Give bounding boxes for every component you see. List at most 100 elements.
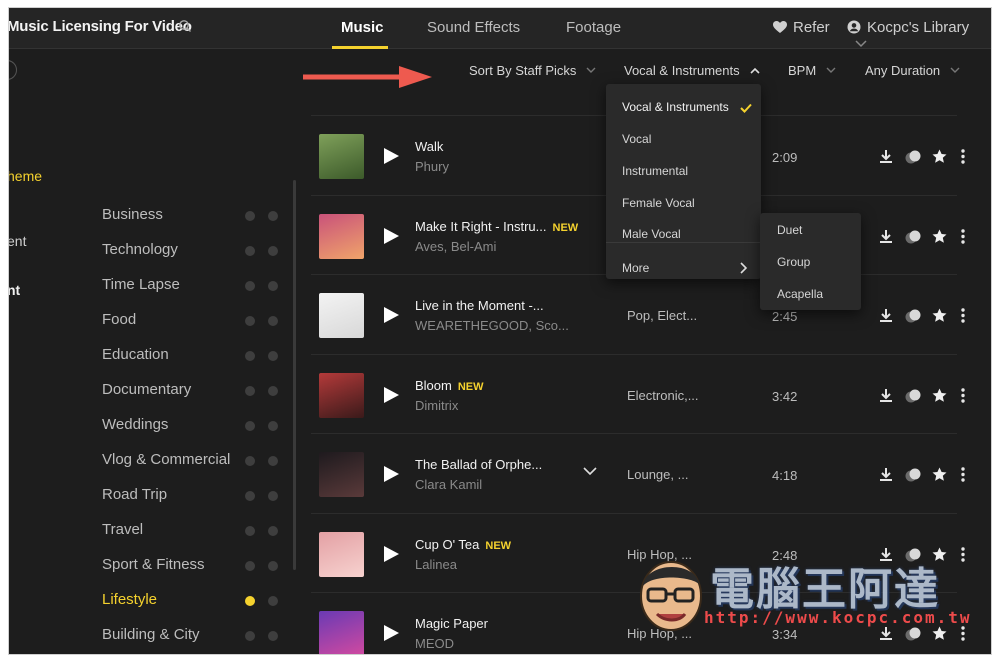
star-icon[interactable] bbox=[932, 626, 947, 646]
tab-sound-effects[interactable]: Sound Effects bbox=[427, 19, 520, 36]
bpm-filter[interactable]: BPM bbox=[788, 63, 836, 78]
category-include-icon[interactable] bbox=[245, 351, 255, 361]
track-title[interactable]: Make It Right - Instru... NEW bbox=[415, 219, 578, 234]
category-item[interactable]: Travel bbox=[102, 521, 143, 538]
track-genre[interactable]: Lounge, ... bbox=[627, 467, 688, 482]
category-exclude-icon[interactable] bbox=[268, 316, 278, 326]
category-item[interactable]: Road Trip bbox=[102, 486, 167, 503]
track-title[interactable]: Bloom NEW bbox=[415, 378, 484, 393]
search-icon[interactable] bbox=[178, 19, 192, 33]
category-item[interactable]: Technology bbox=[102, 241, 178, 258]
category-include-icon[interactable] bbox=[245, 561, 255, 571]
track-genre[interactable]: Hip Hop, ... bbox=[627, 626, 692, 641]
more-vertical-icon[interactable] bbox=[961, 388, 965, 408]
left-fragment-nt[interactable]: nt bbox=[9, 282, 20, 298]
similar-icon[interactable] bbox=[905, 467, 921, 488]
category-include-icon[interactable] bbox=[245, 246, 255, 256]
expand-chevron-icon[interactable] bbox=[583, 466, 597, 476]
track-artist[interactable]: Phury bbox=[415, 159, 449, 174]
play-icon[interactable] bbox=[382, 624, 400, 642]
refer-link[interactable]: Refer bbox=[773, 19, 830, 36]
star-icon[interactable] bbox=[932, 308, 947, 328]
star-icon[interactable] bbox=[932, 388, 947, 408]
similar-icon[interactable] bbox=[905, 388, 921, 409]
album-art[interactable] bbox=[319, 293, 364, 338]
download-icon[interactable] bbox=[879, 626, 893, 646]
similar-icon[interactable] bbox=[905, 229, 921, 250]
more-vertical-icon[interactable] bbox=[961, 229, 965, 249]
track-title[interactable]: The Ballad of Orphe... bbox=[415, 457, 542, 472]
category-include-icon[interactable] bbox=[245, 456, 255, 466]
track-genre[interactable]: Hip Hop, ... bbox=[627, 547, 692, 562]
play-icon[interactable] bbox=[382, 465, 400, 483]
category-exclude-icon[interactable] bbox=[268, 526, 278, 536]
track-row[interactable]: The Ballad of Orphe... Clara Kamil Lounge,… bbox=[311, 433, 965, 513]
dropdown-item-instrumental[interactable]: Instrumental bbox=[622, 164, 688, 178]
category-include-icon[interactable] bbox=[245, 491, 255, 501]
track-artist[interactable]: Clara Kamil bbox=[415, 477, 482, 492]
category-item[interactable]: Weddings bbox=[102, 416, 168, 433]
download-icon[interactable] bbox=[879, 467, 893, 487]
dropdown-item-vocal-instruments[interactable]: Vocal & Instruments bbox=[622, 100, 729, 114]
category-include-icon[interactable] bbox=[245, 596, 255, 606]
track-artist[interactable]: Aves, Bel-Ami bbox=[415, 239, 496, 254]
left-fragment-ent[interactable]: ent bbox=[9, 233, 26, 249]
category-exclude-icon[interactable] bbox=[268, 491, 278, 501]
track-genre[interactable]: Pop, Elect... bbox=[627, 308, 697, 323]
partial-circle-button[interactable] bbox=[9, 60, 17, 80]
download-icon[interactable] bbox=[879, 308, 893, 328]
download-icon[interactable] bbox=[879, 149, 893, 169]
track-artist[interactable]: Dimitrix bbox=[415, 398, 458, 413]
submenu-item-duet[interactable]: Duet bbox=[777, 223, 802, 237]
category-exclude-icon[interactable] bbox=[268, 456, 278, 466]
dropdown-item-more[interactable]: More bbox=[622, 261, 649, 275]
category-exclude-icon[interactable] bbox=[268, 421, 278, 431]
brand-title[interactable]: Music Licensing For Video bbox=[9, 18, 192, 35]
album-art[interactable] bbox=[319, 532, 364, 577]
star-icon[interactable] bbox=[932, 467, 947, 487]
more-vertical-icon[interactable] bbox=[961, 308, 965, 328]
category-exclude-icon[interactable] bbox=[268, 631, 278, 641]
track-artist[interactable]: Lalinea bbox=[415, 557, 457, 572]
album-art[interactable] bbox=[319, 452, 364, 497]
track-genre[interactable]: Electronic,... bbox=[627, 388, 699, 403]
duration-filter[interactable]: Any Duration bbox=[865, 63, 960, 78]
album-art[interactable] bbox=[319, 214, 364, 259]
album-art[interactable] bbox=[319, 373, 364, 418]
category-include-icon[interactable] bbox=[245, 281, 255, 291]
more-vertical-icon[interactable] bbox=[961, 467, 965, 487]
download-icon[interactable] bbox=[879, 388, 893, 408]
tab-footage[interactable]: Footage bbox=[566, 19, 621, 36]
category-item[interactable]: Business bbox=[102, 206, 163, 223]
vocal-filter[interactable]: Vocal & Instruments bbox=[624, 63, 760, 78]
play-icon[interactable] bbox=[382, 227, 400, 245]
play-icon[interactable] bbox=[382, 386, 400, 404]
category-include-icon[interactable] bbox=[245, 526, 255, 536]
category-item[interactable]: Building & City bbox=[102, 626, 200, 643]
track-artist[interactable]: MEOD bbox=[415, 636, 454, 651]
more-vertical-icon[interactable] bbox=[961, 547, 965, 567]
play-icon[interactable] bbox=[382, 147, 400, 165]
album-art[interactable] bbox=[319, 134, 364, 179]
category-exclude-icon[interactable] bbox=[268, 561, 278, 571]
tab-music[interactable]: Music bbox=[341, 19, 384, 36]
track-title[interactable]: Cup O' Tea NEW bbox=[415, 537, 511, 552]
category-item[interactable]: Vlog & Commercial bbox=[102, 451, 230, 468]
star-icon[interactable] bbox=[932, 149, 947, 169]
track-title[interactable]: Live in the Moment -... bbox=[415, 298, 544, 313]
category-include-icon[interactable] bbox=[245, 316, 255, 326]
track-title[interactable]: Walk bbox=[415, 139, 443, 154]
similar-icon[interactable] bbox=[905, 626, 921, 647]
category-exclude-icon[interactable] bbox=[268, 246, 278, 256]
play-icon[interactable] bbox=[382, 306, 400, 324]
left-fragment-theme[interactable]: heme bbox=[9, 168, 42, 184]
category-include-icon[interactable] bbox=[245, 421, 255, 431]
more-vertical-icon[interactable] bbox=[961, 626, 965, 646]
track-row[interactable]: Bloom NEW Dimitrix Electronic,... 3:42 bbox=[311, 354, 965, 434]
category-item[interactable]: Time Lapse bbox=[102, 276, 180, 293]
dropdown-item-vocal[interactable]: Vocal bbox=[622, 132, 651, 146]
category-exclude-icon[interactable] bbox=[268, 596, 278, 606]
track-title[interactable]: Magic Paper bbox=[415, 616, 488, 631]
dropdown-item-female-vocal[interactable]: Female Vocal bbox=[622, 196, 695, 210]
similar-icon[interactable] bbox=[905, 308, 921, 329]
